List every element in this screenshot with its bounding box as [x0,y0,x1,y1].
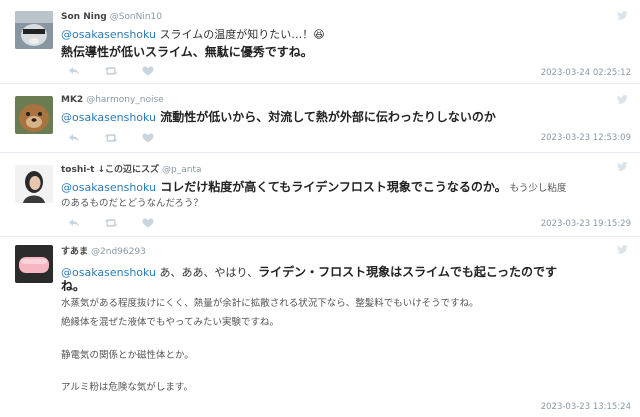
tweet-text-line: 静電気の関係とか磁性体とか。 [61,350,194,361]
tweet-text-part: もう少し粘度 [506,183,567,194]
tweet-text-emphasis: 熱伝導性が低いスライム、無駄に優秀ですね。 [61,45,313,59]
reply-icon[interactable] [68,218,80,228]
avatar[interactable] [15,165,53,203]
tweet-text-emphasis: 流動性が低いから、対流して熱が外部に伝わったりしないのか [156,110,496,124]
bird-icon[interactable] [617,95,628,104]
tweet-card: Son Ning @SonNin10 @osakasenshoku スライムの温度… [0,0,640,84]
author-handle[interactable]: @harmony_noise [86,95,164,105]
author-handle[interactable]: @2nd96293 [91,247,146,257]
avatar-image [15,11,53,49]
reply-icon[interactable] [68,133,80,143]
author-name[interactable]: toshi-t ↓この辺にスズ [61,165,159,175]
tweet-text: @osakasenshoku スライムの温度が知りたい…！😆 [61,27,631,43]
author-name[interactable]: すあま [61,247,88,257]
avatar-image [15,245,53,283]
tweet-actions [68,66,154,76]
tweet-text-line: 絶縁体を混ぜた液体でもやってみたい実験ですね。 [61,317,280,328]
tweet-text-line: 水蒸気がある程度抜けにくく、熱量が余計に拡散される状況下なら、整髪料でもいけそう… [61,298,479,309]
mention-link[interactable]: @osakasenshoku [61,28,156,41]
tweet-text-emphasis: ライデン・フロスト現象はスライムでも起こったのです [258,265,558,279]
author-line: Son Ning @SonNin10 [61,12,162,22]
reply-icon[interactable] [68,66,80,76]
tweet-card: toshi-t ↓この辺にスズ @p_anta @osakasenshoku コレ… [0,153,640,237]
bird-icon[interactable] [617,11,628,20]
bird-icon[interactable] [617,245,628,254]
timestamp[interactable]: 2023-03-23 13:15:24 [541,402,631,412]
author-name[interactable]: MK2 [61,95,83,105]
retweet-icon[interactable] [104,218,118,228]
tweet-text-part: のあるものだとどうなんだろう？ [61,198,203,209]
avatar-image [15,96,53,134]
avatar[interactable] [15,11,53,49]
author-handle[interactable]: @SonNin10 [110,12,162,22]
heart-icon[interactable] [142,218,154,228]
tweet-text-emphasis: コレだけ粘度が高くてもライデンフロスト現象でこうなるのか。 [156,180,507,194]
tweet-text-line: アルミ粉は危険な気がします。 [61,382,193,393]
avatar[interactable] [15,96,53,134]
retweet-icon[interactable] [104,133,118,143]
tweet-text: @osakasenshoku 流動性が低いから、対流して熱が外部に伝わったりしな… [61,109,631,126]
timestamp[interactable]: 2023-03-23 12:53:09 [541,133,631,143]
tweet-actions [68,133,154,143]
tweet-text-part: スライムの温度が知りたい…！😆 [156,28,325,41]
tweet-text: @osakasenshoku コレだけ粘度が高くてもライデンフロスト現象でこうな… [61,179,631,197]
avatar-image [15,165,53,203]
heart-icon[interactable] [142,66,154,76]
timestamp[interactable]: 2023-03-23 19:15:29 [541,219,631,229]
author-line: すあま @2nd96293 [61,244,146,257]
mention-link[interactable]: @osakasenshoku [61,181,156,194]
timestamp[interactable]: 2023-03-24 02:25:12 [541,68,631,78]
tweet-text-emphasis: ね。 [61,279,86,293]
retweet-icon[interactable] [104,66,118,76]
avatar[interactable] [15,245,53,283]
tweet-card: すあま @2nd96293 @osakasenshoku あ、ああ、やはり、ライデ… [0,237,640,417]
tweet-card: MK2 @harmony_noise @osakasenshoku 流動性が低いか… [0,84,640,153]
tweet-actions [68,218,154,228]
author-line: toshi-t ↓この辺にスズ @p_anta [61,162,202,175]
heart-icon[interactable] [142,133,154,143]
author-line: MK2 @harmony_noise [61,95,164,105]
mention-link[interactable]: @osakasenshoku [61,111,156,124]
bird-icon[interactable] [617,162,628,171]
author-name[interactable]: Son Ning [61,12,107,22]
author-handle[interactable]: @p_anta [162,165,201,175]
